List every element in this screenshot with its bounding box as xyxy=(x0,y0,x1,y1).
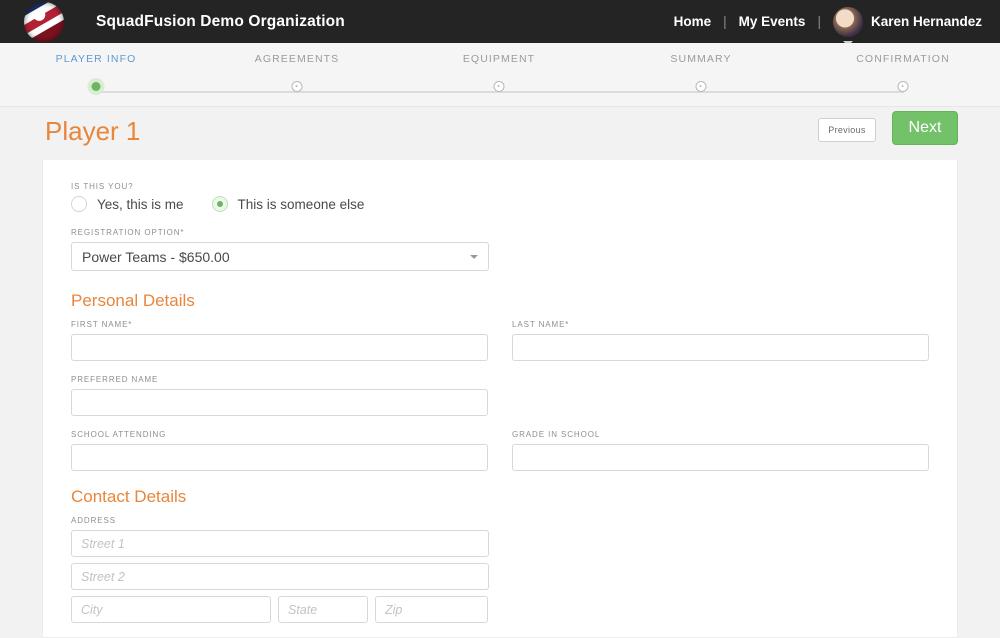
contact-details-heading: Contact Details xyxy=(71,487,187,506)
first-name-field-group: FIRST NAME* xyxy=(71,320,488,361)
school-attending-label: SCHOOL ATTENDING xyxy=(71,430,167,439)
street2-row xyxy=(71,563,489,590)
first-name-label: FIRST NAME* xyxy=(71,320,133,329)
step-label: EQUIPMENT xyxy=(462,53,536,65)
school-row: SCHOOL ATTENDING GRADE IN SCHOOL xyxy=(71,430,929,471)
chevron-down-icon xyxy=(470,255,478,259)
city-input[interactable] xyxy=(71,596,271,623)
registration-option-label: REGISTRATION OPTION* xyxy=(71,228,185,237)
registration-option-select[interactable]: Power Teams - $650.00 xyxy=(71,242,489,271)
first-name-input[interactable] xyxy=(71,334,488,361)
step-dot-icon xyxy=(493,81,505,92)
page-header: Player 1 Previous Next xyxy=(42,107,958,160)
preferred-name-label: PREFERRED NAME xyxy=(71,375,159,384)
organization-title: SquadFusion Demo Organization xyxy=(96,12,345,30)
step-label: PLAYER INFO xyxy=(55,53,137,65)
nav-link-home[interactable]: Home xyxy=(664,14,722,29)
user-name-label[interactable]: Karen Hernandez xyxy=(871,14,982,29)
preferred-name-row: PREFERRED NAME xyxy=(71,375,929,416)
school-attending-field-group: SCHOOL ATTENDING xyxy=(71,430,488,471)
grade-in-school-field-group: GRADE IN SCHOOL xyxy=(512,430,929,471)
radio-circle-icon xyxy=(71,196,87,212)
street2-input[interactable] xyxy=(71,563,489,590)
personal-details-heading: Personal Details xyxy=(71,291,195,310)
grade-in-school-label: GRADE IN SCHOOL xyxy=(512,430,601,439)
is-this-you-label: IS THIS YOU? xyxy=(71,182,134,191)
address-label: ADDRESS xyxy=(71,516,116,525)
registration-option-select-wrap: Power Teams - $650.00 xyxy=(71,242,489,271)
nav-separator-2: | xyxy=(817,14,821,29)
address-field-group xyxy=(71,530,489,623)
step-confirmation[interactable]: CONFIRMATION xyxy=(803,53,1000,102)
step-dot-icon xyxy=(291,81,303,92)
next-button[interactable]: Next xyxy=(892,111,958,145)
nav-separator-1: | xyxy=(723,14,727,29)
step-agreements[interactable]: AGREEMENTS xyxy=(197,53,397,102)
street1-input[interactable] xyxy=(71,530,489,557)
school-attending-input[interactable] xyxy=(71,444,488,471)
city-state-zip-row xyxy=(71,596,489,623)
step-label: AGREEMENTS xyxy=(254,53,340,65)
user-menu[interactable] xyxy=(832,6,863,46)
nav-right-group: Home | My Events | Karen Hernandez xyxy=(664,6,982,46)
previous-button[interactable]: Previous xyxy=(818,118,876,142)
step-equipment[interactable]: EQUIPMENT xyxy=(399,53,599,102)
radio-circle-selected-icon xyxy=(211,196,228,212)
player-info-form-card: IS THIS YOU? Yes, this is me This is som… xyxy=(42,160,958,638)
step-player-info[interactable]: PLAYER INFO xyxy=(0,53,196,102)
is-this-you-radio-group: Yes, this is me This is someone else xyxy=(71,196,929,212)
zip-input[interactable] xyxy=(375,596,488,623)
preferred-name-input[interactable] xyxy=(71,389,488,416)
nav-link-my-events[interactable]: My Events xyxy=(729,14,816,29)
step-dot-icon xyxy=(695,81,707,92)
state-input[interactable] xyxy=(278,596,368,623)
street1-row xyxy=(71,530,489,557)
step-dot-active-icon xyxy=(87,78,105,95)
step-dot-icon xyxy=(897,81,909,92)
step-label: CONFIRMATION xyxy=(856,53,950,65)
name-row: FIRST NAME* LAST NAME* xyxy=(71,320,929,361)
top-navigation-bar: SquadFusion Demo Organization Home | My … xyxy=(0,0,1000,46)
radio-yes-this-is-me[interactable]: Yes, this is me xyxy=(71,196,184,212)
grade-in-school-input[interactable] xyxy=(512,444,929,471)
radio-label: This is someone else xyxy=(237,196,365,212)
step-summary[interactable]: SUMMARY xyxy=(601,53,801,102)
radio-this-is-someone-else[interactable]: This is someone else xyxy=(211,196,365,212)
org-logo[interactable] xyxy=(24,1,68,42)
preferred-name-field-group: PREFERRED NAME xyxy=(71,375,488,416)
page-title: Player 1 xyxy=(45,116,141,146)
preferred-name-row-spacer xyxy=(512,375,929,416)
usa-volleyball-logo-icon xyxy=(24,1,64,42)
registration-progress-steps: PLAYER INFO AGREEMENTS EQUIPMENT SUMMARY… xyxy=(0,43,1000,107)
step-dot-holder xyxy=(0,78,196,102)
step-dot-holder xyxy=(601,78,801,102)
radio-label: Yes, this is me xyxy=(97,196,184,212)
last-name-label: LAST NAME* xyxy=(512,320,570,329)
last-name-field-group: LAST NAME* xyxy=(512,320,929,361)
step-dot-holder xyxy=(399,78,599,102)
avatar xyxy=(832,6,863,37)
step-label: SUMMARY xyxy=(670,53,732,65)
last-name-input[interactable] xyxy=(512,334,929,361)
step-dot-holder xyxy=(803,78,1000,102)
step-dot-holder xyxy=(197,78,397,102)
